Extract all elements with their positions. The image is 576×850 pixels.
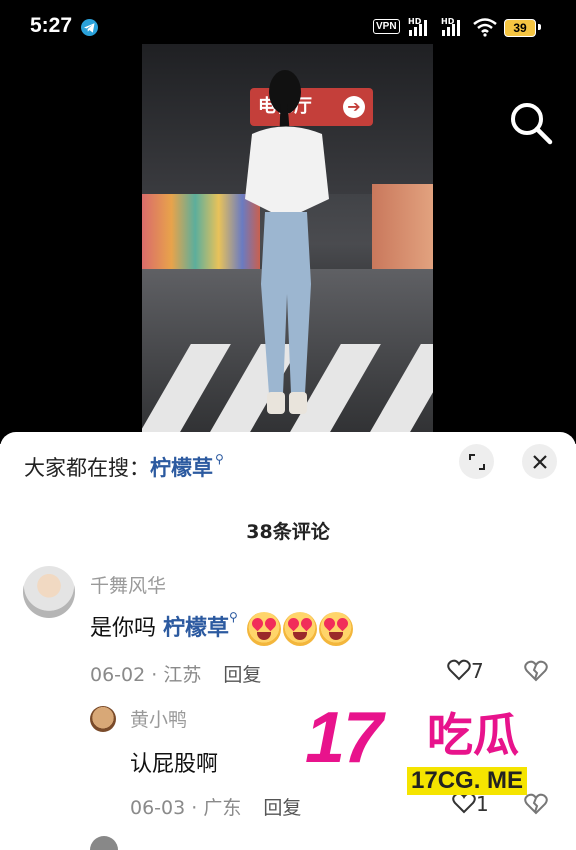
video-player[interactable]: 电梯厅 ➔ — [0, 44, 576, 444]
heart-eyes-emoji — [246, 612, 281, 646]
expand-button[interactable] — [459, 444, 494, 479]
next-comment-avatar — [90, 836, 118, 850]
comment-meta: 06-02 · 江苏 回复 — [90, 664, 262, 686]
comment-text: 是你吗 柠檬草⚲ — [90, 610, 353, 646]
heart-eyes-emoji — [282, 612, 317, 646]
expand-icon — [468, 454, 485, 470]
watermark-text: 吃瓜 — [427, 708, 519, 762]
search-small-icon: ⚲ — [215, 452, 224, 466]
battery-indicator: 39 — [504, 19, 536, 37]
comment-mention-link[interactable]: 柠檬草 — [163, 616, 229, 641]
comment-location: 江苏 — [163, 664, 202, 686]
comment-meta: 06-03 · 广东 回复 — [130, 797, 302, 819]
video-frame: 电梯厅 ➔ — [142, 44, 433, 444]
telegram-icon — [81, 19, 98, 36]
person-figure — [245, 70, 329, 414]
trending-search[interactable]: 大家都在搜：柠檬草 ⚲ — [24, 452, 224, 482]
trending-term-link[interactable]: 柠檬草 — [150, 456, 213, 480]
corridor-wall — [372, 184, 433, 274]
like-button[interactable]: 7 — [447, 659, 484, 683]
comment-username[interactable]: 千舞风华 — [90, 571, 166, 598]
comment-text: 认屁股啊 — [130, 752, 219, 777]
heart-eyes-emoji — [318, 612, 353, 646]
watermark-logo: 17 吃瓜 17CG. ME — [305, 697, 565, 807]
watermark-number: 17 — [305, 698, 383, 778]
status-bar: 5:27 VPN HD HD 39 — [0, 0, 576, 44]
search-small-icon: ⚲ — [229, 610, 238, 624]
comment-count: 38条评论 — [246, 521, 330, 543]
arrow-right-icon: ➔ — [343, 96, 365, 118]
heart-icon — [447, 659, 471, 681]
avatar[interactable] — [23, 566, 75, 618]
avatar[interactable] — [90, 706, 116, 732]
watermark-url: 17CG. ME — [407, 767, 528, 795]
comment-text-prefix: 是你吗 — [90, 616, 157, 641]
like-count: 7 — [471, 659, 484, 683]
reply-button[interactable]: 回复 — [263, 797, 301, 819]
signal-icon-1 — [409, 20, 427, 36]
search-icon[interactable] — [508, 100, 554, 146]
close-button[interactable] — [522, 444, 557, 479]
battery-tip — [538, 24, 541, 30]
reply-button[interactable]: 回复 — [223, 664, 261, 686]
close-icon — [532, 455, 547, 469]
comment-date: 06-03 — [130, 797, 186, 819]
comment-location: 广东 — [203, 797, 242, 819]
broken-heart-icon[interactable] — [524, 660, 548, 682]
comment-sheet: 大家都在搜：柠檬草 ⚲ 38条评论 千舞风华 是你吗 柠檬草⚲ 06-02 · 江… — [0, 432, 576, 850]
status-time: 5:27 — [30, 14, 73, 37]
trending-prefix: 大家都在搜： — [24, 456, 150, 480]
signal-icon-2 — [442, 20, 460, 36]
wifi-icon — [473, 18, 497, 37]
comment-date: 06-02 — [90, 664, 146, 686]
vpn-badge: VPN — [373, 19, 400, 34]
comment-username[interactable]: 黄小鸭 — [130, 705, 187, 732]
